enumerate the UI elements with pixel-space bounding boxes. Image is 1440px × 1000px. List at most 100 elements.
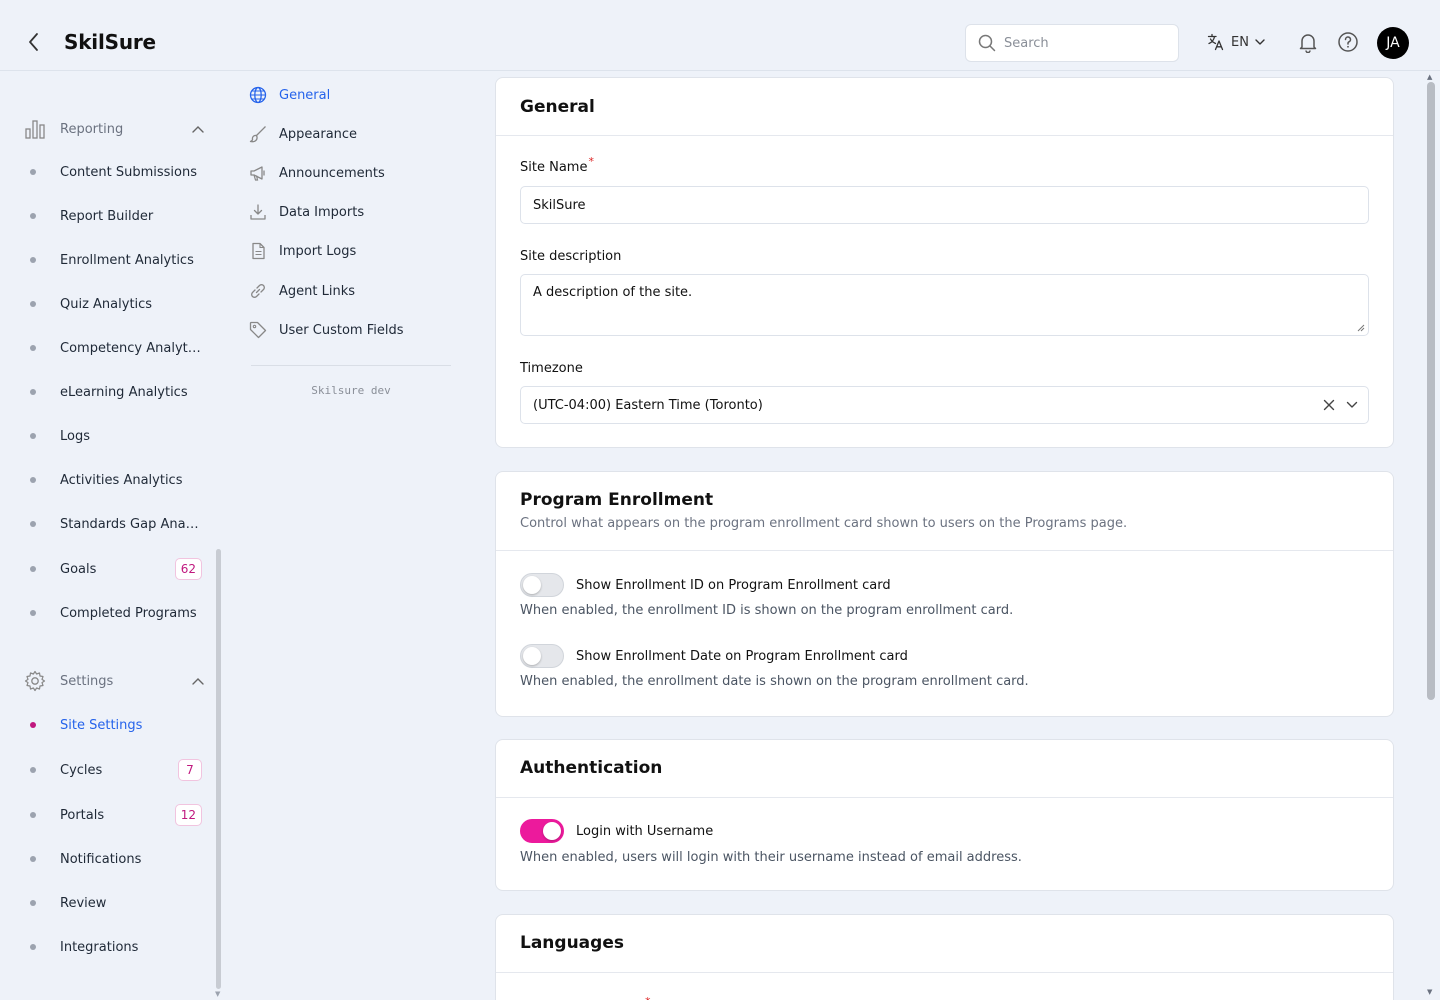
timezone-label: Timezone (520, 361, 583, 376)
sidebar-item-review[interactable]: Review (30, 891, 202, 915)
help-button[interactable] (1337, 31, 1359, 57)
bullet-dot (30, 566, 36, 572)
sidebar-item-completed-programs[interactable]: Completed Programs (30, 601, 202, 625)
sidebar-item-elearning-analytics[interactable]: eLearning Analytics (30, 380, 202, 404)
toggle-row-enrollment-id: Show Enrollment ID on Program Enrollment… (520, 573, 891, 597)
toggle-row-login-username: Login with Username (520, 819, 713, 843)
bullet-dot (30, 610, 36, 616)
sidebar-group-reporting[interactable]: Reporting (24, 118, 204, 140)
sidebar-item-integrations[interactable]: Integrations (30, 935, 202, 959)
card-header: Authentication (496, 740, 1393, 798)
top-header: SkilSure EN JA (0, 0, 1440, 71)
clear-icon[interactable] (1322, 398, 1336, 412)
sidebar-item-goals[interactable]: Goals 62 (30, 557, 202, 581)
brush-icon (249, 126, 266, 143)
subnav-label: User Custom Fields (279, 322, 404, 338)
sidebar-item-label: Standards Gap Analysis (60, 516, 202, 532)
sidebar-item-label: Enrollment Analytics (60, 252, 194, 268)
site-description-textarea[interactable]: A description of the site. (520, 274, 1369, 336)
toggle-label: Show Enrollment ID on Program Enrollment… (576, 577, 891, 593)
sidebar-item-label: Notifications (60, 851, 142, 867)
sidebar-item-standards-gap-analysis[interactable]: Standards Gap Analysis (30, 512, 202, 536)
timezone-value: (UTC-04:00) Eastern Time (Toronto) (533, 397, 763, 413)
chevron-up-icon (192, 678, 204, 685)
bullet-dot (30, 477, 36, 483)
sidebar-item-competency-analytics[interactable]: Competency Analytics (30, 336, 202, 360)
count-badge: 7 (178, 759, 202, 781)
sidebar-item-report-builder[interactable]: Report Builder (30, 204, 202, 228)
site-name-input[interactable]: SkilSure (520, 186, 1369, 224)
language-label: EN (1231, 34, 1249, 50)
sidebar-group-label: Settings (60, 673, 114, 689)
toggle-label: Show Enrollment Date on Program Enrollme… (576, 648, 908, 664)
avatar[interactable]: JA (1377, 27, 1409, 59)
authentication-card: Authentication Login with Username When … (495, 739, 1394, 891)
toggle-description: When enabled, the enrollment ID is shown… (520, 603, 1014, 618)
subnav-agent-links[interactable]: Agent Links (249, 282, 355, 300)
toggle-knob (523, 576, 541, 594)
subnav-label: Data Imports (279, 204, 365, 220)
required-asterisk: * (588, 155, 594, 168)
sidebar-item-site-settings[interactable]: Site Settings (30, 713, 202, 737)
login-with-username-toggle[interactable] (520, 819, 564, 843)
subnav-data-imports[interactable]: Data Imports (249, 203, 364, 221)
subnav-announcements[interactable]: Announcements (249, 164, 385, 182)
sidebar-group-label: Reporting (60, 121, 124, 137)
timezone-select[interactable]: (UTC-04:00) Eastern Time (Toronto) (520, 386, 1369, 424)
toggle-row-enrollment-date: Show Enrollment Date on Program Enrollme… (520, 644, 908, 668)
sidebar-scrollbar[interactable] (216, 549, 221, 989)
sidebar-item-portals[interactable]: Portals 12 (30, 803, 202, 827)
enrollment-id-toggle[interactable] (520, 573, 564, 597)
sidebar-item-cycles[interactable]: Cycles 7 (30, 758, 202, 782)
scroll-up-arrow[interactable]: ▲ (1427, 73, 1432, 81)
help-icon (1338, 32, 1358, 52)
sidebar-item-content-submissions[interactable]: Content Submissions (30, 160, 202, 184)
sidebar-group-settings[interactable]: Settings (24, 670, 204, 692)
subnav-user-custom-fields[interactable]: User Custom Fields (249, 321, 403, 339)
card-subtitle: Control what appears on the program enro… (520, 516, 1128, 531)
environment-label: Skilsure dev (311, 384, 391, 397)
card-header: Languages (496, 915, 1393, 973)
chevron-down-icon[interactable] (1346, 401, 1358, 409)
back-button[interactable] (22, 30, 46, 54)
card-header: Program Enrollment Control what appears … (496, 472, 1393, 551)
notifications-button[interactable] (1297, 31, 1319, 57)
card-title: General (520, 97, 595, 117)
count-badge: 62 (174, 558, 202, 580)
required-asterisk: * (645, 995, 651, 1000)
main-scrollbar[interactable] (1427, 82, 1435, 700)
sidebar-item-label: Portals (60, 807, 105, 823)
subnav-import-logs[interactable]: Import Logs (249, 242, 356, 260)
bullet-dot (30, 856, 36, 862)
subnav-label: Announcements (279, 165, 385, 181)
subnav-label: Appearance (279, 126, 358, 142)
sidebar-item-activities-analytics[interactable]: Activities Analytics (30, 468, 202, 492)
sidebar-item-label: Quiz Analytics (60, 296, 153, 312)
site-description-value: A description of the site. (533, 285, 693, 300)
sidebar-item-notifications[interactable]: Notifications (30, 847, 202, 871)
scroll-down-arrow[interactable]: ▼ (1427, 988, 1432, 996)
download-icon (250, 204, 266, 220)
search-box[interactable] (965, 24, 1179, 62)
subnav-general[interactable]: General (249, 86, 330, 104)
subnav-label: Import Logs (279, 243, 357, 259)
subnav-appearance[interactable]: Appearance (249, 125, 357, 143)
bullet-dot (30, 169, 36, 175)
language-selector[interactable]: EN (1207, 33, 1265, 51)
toggle-knob (543, 822, 561, 840)
sidebar-item-quiz-analytics[interactable]: Quiz Analytics (30, 292, 202, 316)
gear-icon (24, 670, 46, 692)
bullet-dot (30, 900, 36, 906)
scroll-down-arrow[interactable]: ▼ (215, 990, 220, 998)
site-name-label: Site Name* (520, 155, 594, 175)
sidebar-item-label: Completed Programs (60, 605, 197, 621)
search-input[interactable] (1004, 35, 1164, 51)
sidebar-item-logs[interactable]: Logs (30, 424, 202, 448)
sidebar-item-label: Cycles (60, 762, 103, 778)
toggle-knob (523, 647, 541, 665)
toggle-description: When enabled, users will login with thei… (520, 850, 1022, 865)
subnav-label: General (279, 87, 331, 103)
sidebar-item-label: Activities Analytics (60, 472, 183, 488)
enrollment-date-toggle[interactable] (520, 644, 564, 668)
sidebar-item-enrollment-analytics[interactable]: Enrollment Analytics (30, 248, 202, 272)
